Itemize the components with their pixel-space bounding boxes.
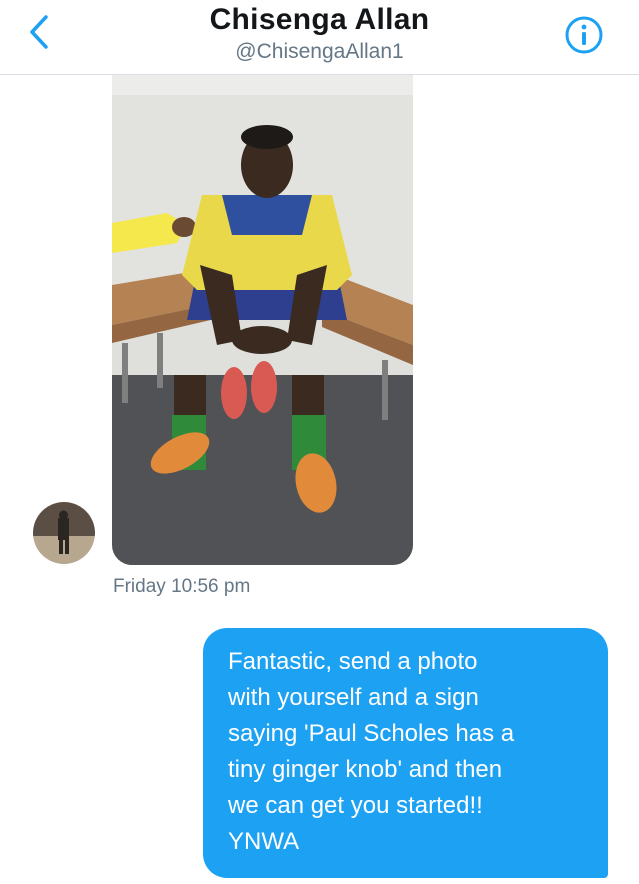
received-photo[interactable]	[112, 75, 413, 565]
message-timestamp: Friday 10:56 pm	[113, 576, 251, 597]
info-icon	[565, 16, 603, 54]
sent-message-bubble[interactable]: Fantastic, send a photo with yourself an…	[203, 628, 608, 878]
sender-avatar[interactable]	[33, 502, 95, 564]
contact-handle[interactable]: @ChisengaAllan1	[0, 40, 639, 64]
info-button[interactable]	[563, 14, 605, 56]
conversation-header: Chisenga Allan @ChisengaAllan1	[0, 0, 639, 75]
contact-name[interactable]: Chisenga Allan	[0, 3, 639, 37]
sent-message-text: Fantastic, send a photo with yourself an…	[228, 648, 515, 855]
